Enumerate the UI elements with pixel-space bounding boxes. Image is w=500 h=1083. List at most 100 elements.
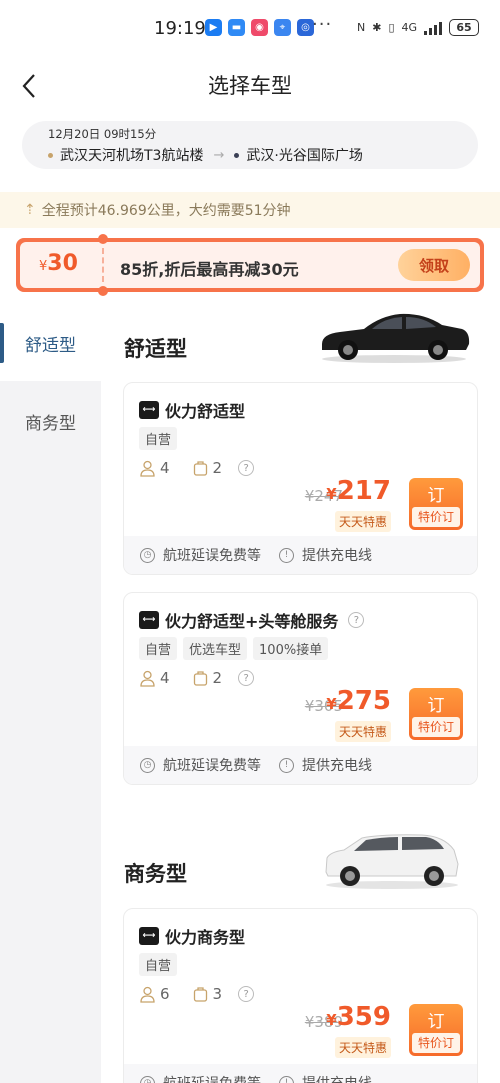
brand-logo-icon: ⟷ (139, 401, 159, 419)
tag-list: 自营 (139, 427, 178, 450)
capacity-info: 4 2 ? (139, 459, 255, 477)
luggage-count: 3 (212, 985, 223, 1003)
feature-text: 提供充电线 (302, 548, 372, 564)
info-icon: ! (279, 1075, 294, 1083)
nfc-icon: N (357, 21, 366, 34)
message-notification-icon: ▬ (228, 19, 245, 36)
tag-list: 自营 优选车型 100%接单 (139, 637, 329, 660)
passenger-count: 4 (160, 669, 170, 687)
order-button[interactable]: 订 特价订 (409, 688, 463, 740)
clock-icon: ◷ (140, 547, 155, 563)
shop-notification-icon: ◉ (251, 19, 268, 36)
tag: 100%接单 (253, 637, 329, 660)
battery-icon: 65 (449, 19, 480, 36)
vehicle-card[interactable]: ⟷ 伙力舒适型 自营 4 2 ? ¥247 ¥217 天天特惠 订 特价订 ◷ … (123, 382, 478, 575)
current-price: ¥217 (326, 476, 391, 506)
tag: 优选车型 (183, 637, 248, 660)
destination-address: 武汉·光谷国际广场 (246, 148, 363, 164)
tag: 自营 (139, 427, 178, 450)
card-features: ◷ 航班延误免费等 ! 提供充电线 (124, 1064, 477, 1083)
clock-icon: ◷ (140, 1075, 155, 1083)
network-type: 4G (401, 21, 418, 34)
section-title-business: 商务型 (124, 862, 187, 886)
vehicle-name: ⟷ 伙力舒适型 (139, 398, 245, 422)
tag: 自营 (139, 953, 178, 976)
vehicle-card[interactable]: ⟷ 伙力商务型 自营 6 3 ? ¥389 ¥359 天天特惠 订 特价订 ◷ … (123, 908, 478, 1083)
mpv-car-image (325, 834, 459, 889)
coupon-description: 85折,折后最高再减30元 (120, 260, 299, 279)
passenger-icon (140, 986, 155, 1003)
header: 选择车型 (0, 56, 500, 116)
destination-dot-icon (234, 152, 240, 158)
active-indicator (0, 323, 4, 363)
passenger-icon (140, 670, 155, 687)
claim-coupon-button[interactable]: 领取 (398, 249, 470, 281)
route-summary[interactable]: 12月20日 09时15分 武汉天河机场T3航站楼 → 武汉·光谷国际广场 (22, 121, 478, 169)
more-notifications-icon: ··· (312, 14, 333, 35)
coupon-banner[interactable]: ¥30 85折,折后最高再减30元 领取 (16, 234, 484, 296)
luggage-icon (193, 670, 207, 686)
luggage-count: 2 (212, 669, 223, 687)
brand-logo-icon: ⟷ (139, 611, 159, 629)
page-title: 选择车型 (208, 74, 292, 98)
status-time: 19:19 (154, 18, 206, 39)
tag-list: 自营 (139, 953, 178, 976)
info-icon: ! (279, 547, 294, 563)
help-icon[interactable]: ? (238, 460, 255, 476)
order-button[interactable]: 订 特价订 (409, 478, 463, 530)
coupon-notch (98, 286, 108, 296)
capacity-info: 6 3 ? (139, 985, 255, 1003)
route-arrow-icon: → (213, 147, 225, 163)
pickup-time: 12月20日 09时15分 (48, 127, 157, 141)
current-price: ¥275 (326, 686, 391, 716)
deal-badge: 天天特惠 (334, 511, 391, 532)
notification-icons: ▶ ▬ ◉ ⌖ ◎ (205, 19, 314, 36)
origin-dot-icon (48, 152, 53, 158)
coupon-amount: ¥30 (39, 251, 78, 276)
map-notification-icon: ⌖ (274, 19, 291, 36)
current-price: ¥359 (326, 1002, 391, 1032)
sidebar-item-business[interactable]: 商务型 (0, 383, 101, 459)
origin-address: 武汉天河机场T3航站楼 (60, 148, 204, 164)
deal-badge: 天天特惠 (334, 721, 391, 742)
luggage-icon (193, 986, 207, 1002)
info-icon: ! (279, 757, 294, 773)
card-features: ◷ 航班延误免费等 ! 提供充电线 (124, 746, 477, 784)
help-icon[interactable]: ? (238, 670, 255, 686)
card-features: ◷ 航班延误免费等 ! 提供充电线 (124, 536, 477, 574)
bluetooth-icon: ✱ (372, 21, 382, 34)
luggage-icon (193, 460, 207, 476)
sidebar-item-label: 商务型 (25, 413, 76, 434)
order-button[interactable]: 订 特价订 (409, 1004, 463, 1056)
system-indicators: N ✱ ▯ 4G 65 (357, 19, 480, 36)
feature-text: 航班延误免费等 (163, 1073, 261, 1083)
vehicle-name: ⟷ 伙力商务型 (139, 924, 245, 948)
feature-text: 提供充电线 (302, 758, 372, 774)
passenger-count: 4 (160, 459, 170, 477)
help-icon[interactable]: ? (348, 612, 365, 628)
clock-icon: ◷ (140, 757, 155, 773)
app-notification-icon: ▶ (205, 19, 222, 36)
vehicle-card[interactable]: ⟷ 伙力舒适型+头等舱服务 ? 自营 优选车型 100%接单 4 2 ? ¥30… (123, 592, 478, 785)
feature-text: 航班延误免费等 (163, 548, 261, 564)
passenger-count: 6 (160, 985, 170, 1003)
feature-text: 航班延误免费等 (163, 758, 261, 774)
passenger-icon (140, 460, 155, 477)
signal-icon (424, 21, 443, 35)
section-title-comfort: 舒适型 (124, 337, 187, 361)
brand-logo-icon: ⟷ (139, 927, 159, 945)
trip-estimate: ⇡ 全程预计46.969公里，大约需要51分钟 (0, 192, 500, 228)
luggage-count: 2 (212, 459, 223, 477)
help-icon[interactable]: ? (238, 986, 255, 1002)
feature-text: 提供充电线 (302, 1073, 372, 1083)
estimate-text: 全程预计46.969公里，大约需要51分钟 (41, 203, 291, 219)
vibrate-icon: ▯ (388, 21, 395, 34)
sidebar-item-comfort[interactable]: 舒适型 (0, 305, 101, 381)
coupon-notch (98, 234, 108, 244)
status-bar: 19:19 ▶ ▬ ◉ ⌖ ◎ ··· N ✱ ▯ 4G 65 (0, 0, 500, 56)
coupon-divider (102, 248, 104, 282)
vehicle-name: ⟷ 伙力舒适型+头等舱服务 ? (139, 608, 365, 632)
category-sidebar: 舒适型 商务型 (0, 305, 101, 1083)
sidebar-item-label: 舒适型 (25, 335, 76, 356)
distance-icon: ⇡ (24, 202, 36, 218)
